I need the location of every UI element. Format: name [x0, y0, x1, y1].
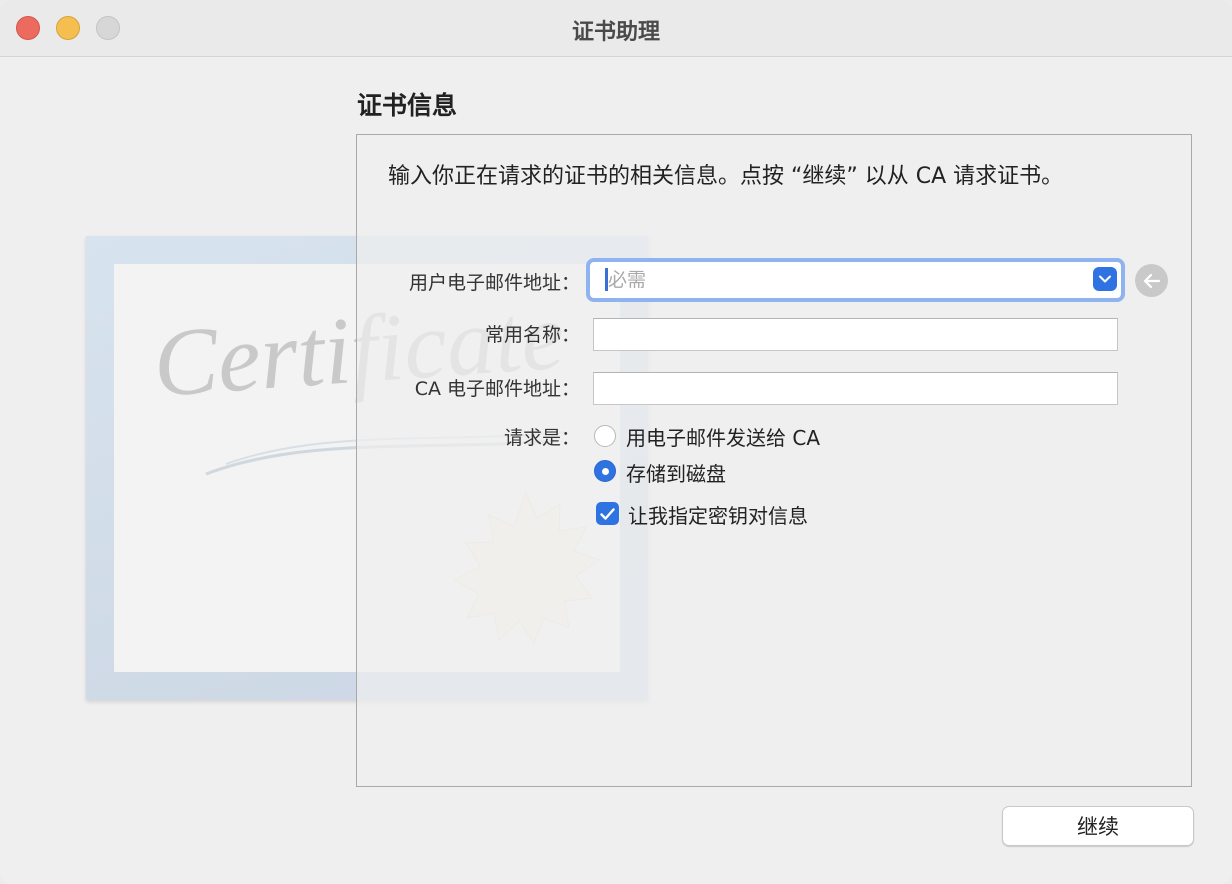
radio-email-to-ca[interactable] [594, 425, 616, 447]
user-email-label: 用户电子邮件地址： [408, 272, 580, 294]
instruction-text: 输入你正在请求的证书的相关信息。点按 “继续” 以从 CA 请求证书。 [388, 164, 1064, 189]
arrow-left-icon [1143, 273, 1160, 288]
radio-email-to-ca-label[interactable]: 用电子邮件发送给 CA [626, 422, 820, 451]
section-title: 证书信息 [357, 91, 458, 120]
ca-email-input[interactable] [593, 372, 1118, 405]
chevron-down-icon [1099, 275, 1111, 283]
ca-email-label: CA 电子邮件地址： [414, 378, 580, 400]
common-name-label: 常用名称： [484, 324, 580, 346]
radio-save-to-disk-label[interactable]: 存储到磁盘 [626, 458, 726, 487]
back-button[interactable] [1135, 264, 1168, 297]
user-email-combobox[interactable] [586, 258, 1125, 302]
request-label: 请求是： [503, 427, 580, 449]
key-pair-checkbox-label[interactable]: 让我指定密钥对信息 [628, 500, 808, 529]
common-name-input[interactable] [593, 318, 1118, 351]
user-email-input[interactable] [590, 262, 1080, 298]
title-bar: 证书助理 [0, 0, 1232, 57]
key-pair-checkbox[interactable] [596, 502, 619, 525]
checkmark-icon [600, 507, 615, 520]
radio-save-to-disk[interactable] [594, 460, 616, 482]
window-title: 证书助理 [571, 20, 660, 45]
continue-button[interactable]: 继续 [1002, 806, 1194, 846]
certificate-assistant-window: 证书助理 Certificate 证书信息 输入你正在请求的证书的相关信息。点按… [0, 0, 1232, 884]
email-dropdown-button[interactable] [1093, 267, 1117, 291]
content-panel [356, 134, 1192, 787]
